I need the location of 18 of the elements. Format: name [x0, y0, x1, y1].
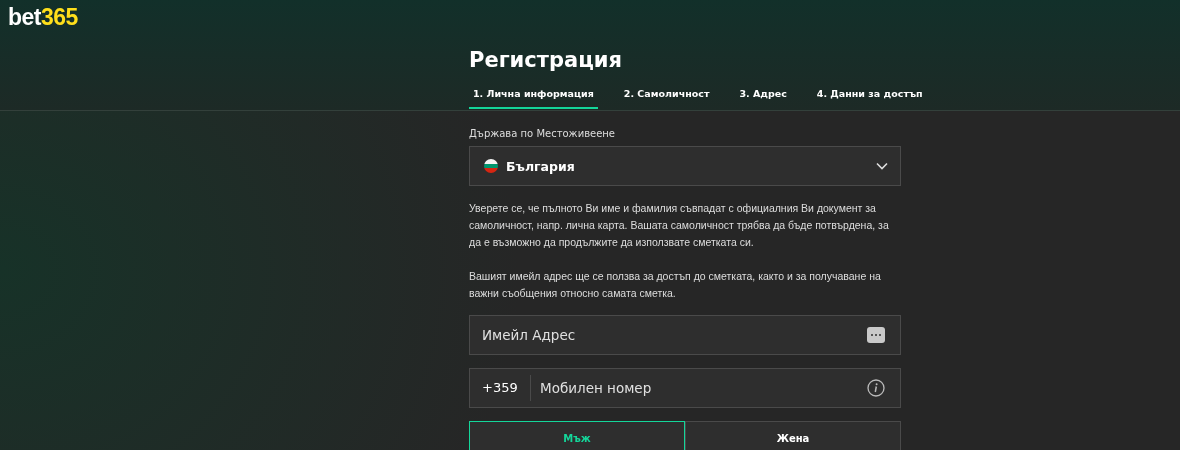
- step-tab[interactable]: 1. Лична информация: [469, 82, 598, 109]
- gender-option[interactable]: Жена: [685, 421, 901, 450]
- country-code[interactable]: +359: [470, 375, 531, 401]
- flag-icon: [484, 159, 498, 173]
- logo[interactable]: bet365: [8, 4, 78, 31]
- email-field[interactable]: Имейл Адрес: [469, 315, 901, 355]
- step-tab[interactable]: 3. Адрес: [735, 82, 791, 109]
- info-text: Вашият имейл адрес ще се ползва за достъп до сметката, както и за получаване на важни съобщения относно самата сметка.: [469, 269, 882, 301]
- info-text: Уверете се, че пълното Ви име и фамилия съвпадат с официалния Ви документ за самоличност, напр. лична карта. Вашата самоличност трябва да бъде потвърдена, за да е възможно да продължите да използвате сметката си.: [469, 201, 890, 250]
- gender-option[interactable]: Мъж: [469, 421, 685, 450]
- step-tab[interactable]: 2. Самоличност: [619, 82, 714, 109]
- page-title: Регистрация: [469, 47, 623, 74]
- chevron-down-icon: [876, 162, 888, 170]
- step-tab[interactable]: 4. Данни за достъп: [812, 82, 927, 109]
- info-icon[interactable]: [867, 379, 885, 397]
- country-select[interactable]: България: [469, 146, 901, 186]
- autofill-icon: [867, 327, 885, 343]
- field-label: Държава по Местоживеене: [469, 128, 616, 139]
